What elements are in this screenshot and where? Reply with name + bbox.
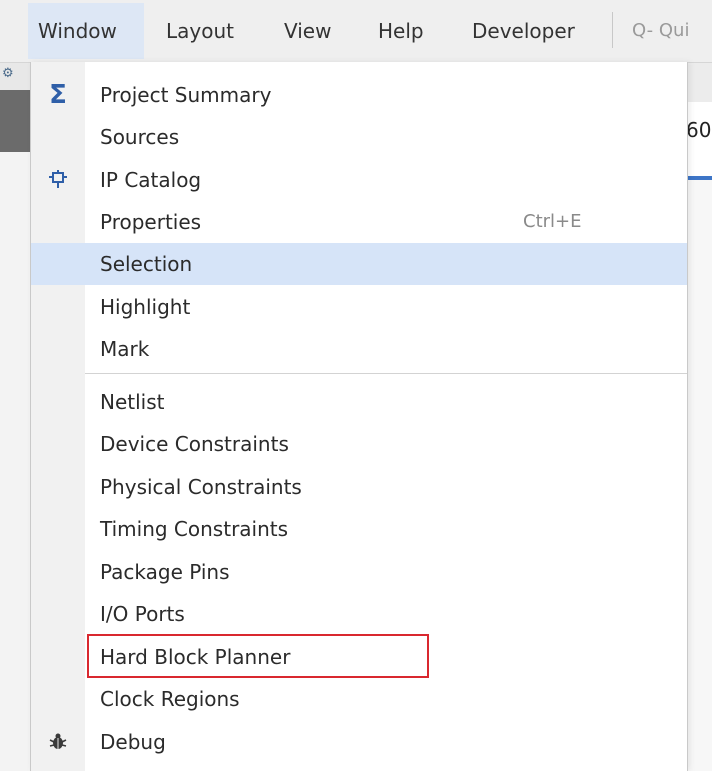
menu-item-label: Highlight (100, 295, 191, 319)
menu-item-io-ports[interactable]: I/O Ports (31, 593, 687, 635)
menu-item-label: Physical Constraints (100, 475, 302, 499)
menu-help[interactable]: Help (368, 3, 442, 59)
menu-item-netlist[interactable]: Netlist (31, 381, 687, 423)
menu-item-label: Selection (100, 252, 193, 276)
menu-developer[interactable]: Developer (462, 3, 602, 59)
menu-item-clock-regions[interactable]: Clock Regions (31, 678, 687, 720)
annotation-highlight-box (87, 634, 429, 678)
menu-item-physical-constraints[interactable]: Physical Constraints (31, 466, 687, 508)
menu-layout[interactable]: Layout (156, 3, 254, 59)
background-tab-label: 60 (686, 118, 712, 142)
menubar-separator (612, 12, 613, 48)
menu-item-debug[interactable]: Debug (31, 721, 687, 763)
menu-item-label: IP Catalog (100, 168, 202, 192)
menu-item-label: Debug (100, 730, 166, 754)
menu-divider (85, 373, 687, 374)
menu-item-label: Netlist (100, 390, 165, 414)
menu-item-label: I/O Ports (100, 602, 185, 626)
quick-access-search[interactable]: Q- Qui (632, 3, 689, 59)
menu-item-sources[interactable]: Sources (31, 116, 687, 158)
menu-item-highlight[interactable]: Highlight (31, 286, 687, 328)
menu-item-mark[interactable]: Mark (31, 328, 687, 370)
background-left-panel (0, 152, 30, 771)
background-right-toolbar (686, 62, 712, 102)
menu-item-ip-catalog[interactable]: IP Catalog (31, 159, 687, 201)
ip-chip-icon (45, 159, 71, 190)
menu-item-project-summary[interactable]: Σ Project Summary (31, 74, 687, 116)
menu-item-label: Project Summary (100, 83, 272, 107)
menu-item-properties[interactable]: Properties Ctrl+E (31, 201, 687, 243)
menu-item-label: Timing Constraints (100, 517, 289, 541)
shortcut-label: Ctrl+E (523, 211, 582, 232)
sigma-icon: Σ (49, 80, 67, 110)
menu-bar: Window Layout View Help Developer Q- Qui (0, 0, 712, 63)
menu-item-label: Clock Regions (100, 687, 240, 711)
menu-item-package-pins[interactable]: Package Pins (31, 551, 687, 593)
menu-item-label: Package Pins (100, 560, 230, 584)
menu-item-selection[interactable]: Selection (31, 243, 687, 285)
menu-item-label: Mark (100, 337, 150, 361)
menu-item-label: Device Constraints (100, 432, 289, 456)
background-right-panel (686, 180, 712, 771)
menu-view[interactable]: View (274, 3, 356, 59)
bug-icon (45, 721, 71, 752)
menu-item-label: Sources (100, 125, 180, 149)
menu-item-timing-constraints[interactable]: Timing Constraints (31, 508, 687, 550)
menu-item-device-constraints[interactable]: Device Constraints (31, 423, 687, 465)
menu-window[interactable]: Window (28, 3, 144, 59)
background-header-panel (0, 90, 30, 152)
toolbar-icon: ⚙ (2, 66, 14, 81)
menu-item-label: Properties (100, 210, 202, 234)
